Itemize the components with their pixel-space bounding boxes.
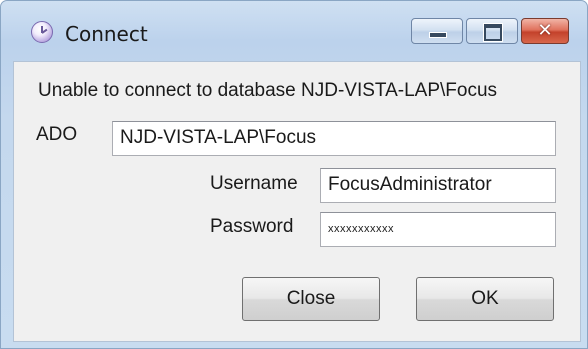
password-label: Password <box>210 216 294 237</box>
close-icon: ✕ <box>537 20 553 41</box>
minimize-button[interactable] <box>411 18 463 44</box>
connect-window: Connect ✕ Unable to connect to database … <box>0 0 588 349</box>
username-label: Username <box>210 173 298 194</box>
close-button[interactable]: Close <box>242 277 380 321</box>
username-field[interactable]: FocusAdministrator <box>320 168 556 203</box>
error-message: Unable to connect to database NJD-VISTA-… <box>38 80 498 101</box>
maximize-button[interactable] <box>466 18 518 44</box>
clock-icon[interactable] <box>31 21 53 43</box>
ado-label: ADO <box>36 124 78 145</box>
ok-button[interactable]: OK <box>416 277 554 321</box>
dialog-body: Unable to connect to database NJD-VISTA-… <box>13 61 581 342</box>
window-title: Connect <box>65 22 148 46</box>
password-field[interactable]: xxxxxxxxxxx <box>320 212 556 247</box>
minimize-icon <box>429 32 447 38</box>
close-window-button[interactable]: ✕ <box>521 18 569 44</box>
maximize-icon <box>483 23 503 42</box>
ado-connection-field[interactable]: NJD-VISTA-LAP\Focus <box>112 121 556 156</box>
title-bar[interactable]: Connect ✕ <box>1 1 587 53</box>
